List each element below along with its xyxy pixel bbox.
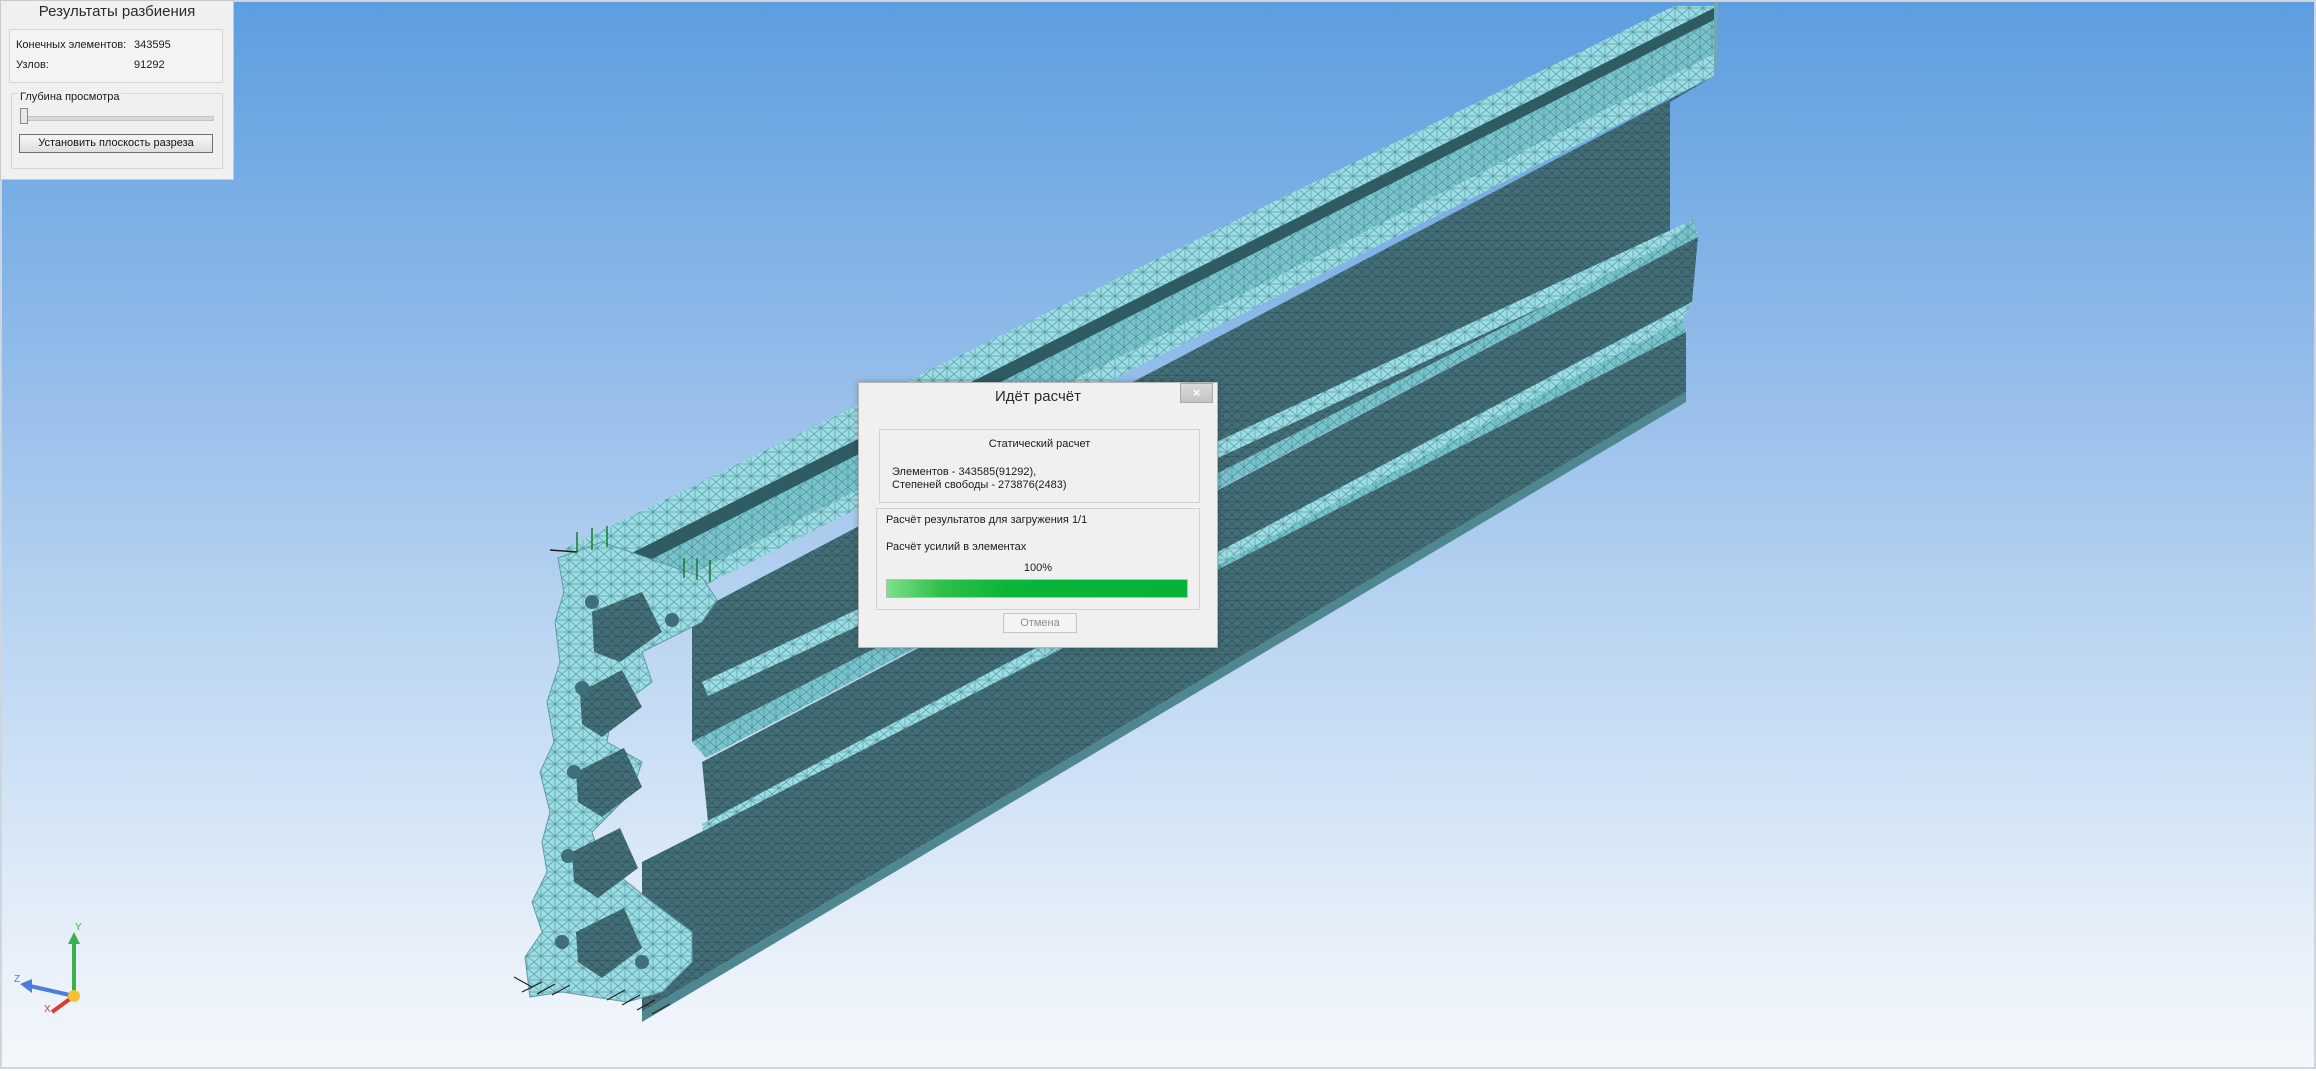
calculation-progress-dialog: Идёт расчёт × Статический расчет Элемент… [858,382,1218,648]
z-axis-line [29,984,75,998]
y-axis-arrow [68,932,80,944]
close-icon[interactable]: × [1180,383,1213,403]
elements-label: Конечных элементов: [16,39,127,51]
calc-type-label: Статический расчет [988,438,1091,450]
mesh-results-panel: Результаты разбиения Конечных элементов:… [0,0,234,180]
dialog-title: Идёт расчёт [995,388,1081,405]
view-depth-group: Глубина просмотра Установить плоскость р… [11,91,223,169]
view-depth-label: Глубина просмотра [18,91,122,103]
elements-count-line: Элементов - 343585(91292), [892,466,1037,478]
elements-row: Конечных элементов: 343595 [16,39,171,51]
task-line: Расчёт усилий в элементах [886,541,1027,553]
nodes-row: Узлов: 91292 [16,59,165,71]
nodes-label: Узлов: [16,59,49,71]
calc-info-group: Статический расчет Элементов - 343585(91… [879,429,1200,503]
view-depth-slider-thumb[interactable] [20,108,28,124]
progress-bar-fill [887,580,1187,597]
nodes-value: 91292 [134,59,165,71]
dof-count-line: Степеней свободы - 273876(2483) [892,479,1067,491]
front-section [524,541,718,1003]
origin-marker [68,990,80,1002]
mesh-stats-group: Конечных элементов: 343595 Узлов: 91292 [9,29,223,83]
progress-percent: 100% [1023,562,1053,574]
axis-triad: Y Z X [10,922,90,1016]
view-depth-slider-track[interactable] [20,116,214,121]
elements-value: 343595 [134,39,171,51]
z-axis-arrow [20,979,32,993]
panel-title: Результаты разбиения [38,3,196,20]
stage-line: Расчёт результатов для загружения 1/1 [886,514,1088,526]
axis-triad-graphic [20,932,80,1014]
progress-group: Расчёт результатов для загружения 1/1 Ра… [876,508,1200,610]
progress-bar [886,579,1188,598]
x-axis-label: X [44,1004,51,1015]
cancel-button[interactable]: Отмена [1003,613,1077,633]
set-section-plane-button[interactable]: Установить плоскость разреза [19,134,213,153]
z-axis-label: Z [14,974,21,985]
y-axis-label: Y [75,922,82,933]
